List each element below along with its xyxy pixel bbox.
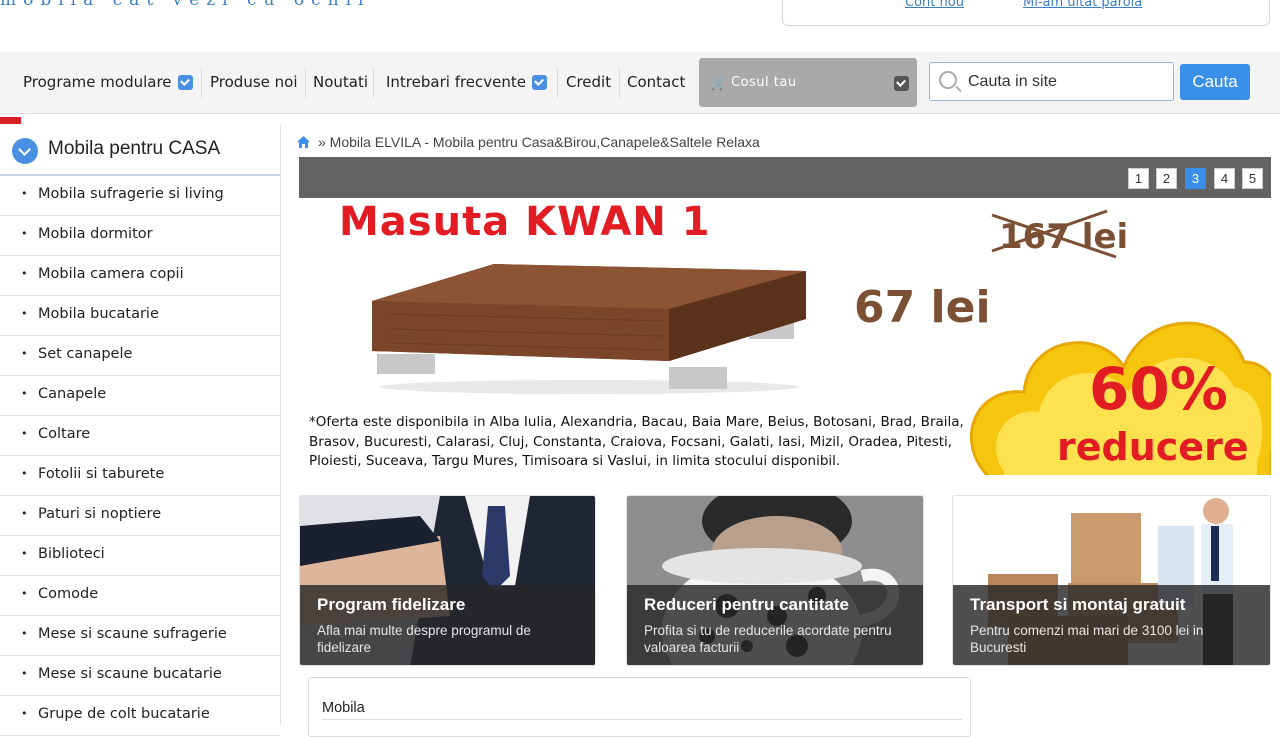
breadcrumb: » Mobila ELVILA - Mobila pentru Casa&Bir… [296, 133, 760, 151]
nav-label: Intrebari frecvente [386, 73, 527, 91]
sidebar-item[interactable]: Comode [0, 576, 280, 616]
discount-word: reducere [1057, 425, 1249, 469]
search-input[interactable] [968, 71, 1163, 93]
nav-divider [373, 68, 374, 98]
nav-divider [557, 68, 558, 98]
sidebar-title: Mobila pentru CASA [48, 138, 221, 159]
banner-page-button-active[interactable]: 3 [1185, 168, 1206, 189]
nav-programe-modulare[interactable]: Programe modulare [23, 73, 193, 91]
sidebar-item[interactable]: Biblioteci [0, 536, 280, 576]
nav-produse-noi[interactable]: Produse noi [210, 73, 298, 91]
tile-reduceri-cantitate[interactable]: Reduceri pentru cantitate Profita si tu … [626, 495, 924, 666]
banner-availability-note: *Oferta este disponibila in Alba Iulia, … [309, 414, 964, 469]
sidebar-item[interactable]: Mobila bucatarie [0, 296, 280, 336]
tile-program-fidelizare[interactable]: Program fidelizare Afla mai multe despre… [299, 495, 596, 666]
nav-label: Programe modulare [23, 73, 172, 91]
tile-title: Transport si montaj gratuit [970, 595, 1186, 614]
sidebar-item[interactable]: Mese si scaune bucatarie [0, 656, 280, 696]
search-box [929, 62, 1174, 101]
chevron-down-icon [532, 74, 548, 90]
nav-intrebari-frecvente[interactable]: Intrebari frecvente [386, 73, 548, 91]
banner-product-title: Masuta KWAN 1 [339, 199, 711, 245]
sidebar-item[interactable]: Mobila dormitor [0, 216, 280, 256]
nav-label: Noutati [313, 73, 369, 91]
sidebar-list: Mobila sufragerie si living Mobila dormi… [0, 176, 280, 736]
sidebar-item[interactable]: Canapele [0, 376, 280, 416]
tile-transport-montaj[interactable]: Transport si montaj gratuit Pentru comen… [952, 495, 1271, 666]
cart-dropdown[interactable]: 🛒 Cosul tau [699, 58, 917, 107]
tile-title: Program fidelizare [317, 595, 466, 614]
price-strike-lines [991, 209, 1117, 259]
tile-title: Reduceri pentru cantitate [644, 595, 849, 614]
banner-new-price: 67 lei [854, 282, 991, 333]
sidebar-item[interactable]: Mobila sufragerie si living [0, 176, 280, 216]
accent-marker [0, 117, 21, 124]
banner-page-button[interactable]: 2 [1156, 168, 1177, 189]
discount-percent: 60% [1089, 355, 1228, 423]
tile-description: Afla mai multe despre programul de fidel… [317, 623, 531, 655]
cart-label: Cosul tau [731, 75, 797, 90]
banner-page-button[interactable]: 5 [1242, 168, 1263, 189]
sidebar-item[interactable]: Paturi si noptiere [0, 496, 280, 536]
section-title: Mobila [322, 700, 365, 716]
banner-page-button[interactable]: 1 [1128, 168, 1149, 189]
shopping-cart-icon: 🛒 [710, 75, 728, 91]
promo-banner[interactable]: 1 2 3 4 5 Masuta KWAN 1 167 lei 67 lei 6… [299, 157, 1271, 475]
sidebar-item[interactable]: Fotolii si taburete [0, 456, 280, 496]
site-tagline: mobila cat vezi cu ochii [0, 0, 371, 10]
nav-divider [619, 68, 620, 98]
account-box: Cont nou Mi-am uitat parola [782, 0, 1270, 26]
nav-noutati[interactable]: Noutati [313, 73, 368, 91]
nav-label: Credit [566, 73, 612, 91]
chevron-down-icon [12, 138, 38, 164]
category-sidebar: Mobila pentru CASA Mobila sufragerie si … [0, 125, 281, 736]
chevron-down-icon [177, 74, 193, 90]
breadcrumb-text: » Mobila ELVILA - Mobila pentru Casa&Bir… [318, 134, 760, 150]
tile-description: Pentru comenzi mai mari de 3100 lei in B… [970, 623, 1204, 655]
nav-credit[interactable]: Credit [566, 73, 611, 91]
tile-description: Profita si tu de reducerile acordate pen… [644, 623, 892, 655]
new-account-link[interactable]: Cont nou [905, 0, 964, 10]
sidebar-item[interactable]: Coltare [0, 416, 280, 456]
sidebar-header[interactable]: Mobila pentru CASA [0, 125, 280, 176]
banner-pager-bar: 1 2 3 4 5 [299, 157, 1271, 198]
sidebar-item[interactable]: Mese si scaune sufragerie [0, 616, 280, 656]
forgot-password-link[interactable]: Mi-am uitat parola [1023, 0, 1142, 10]
nav-divider [201, 68, 202, 98]
search-button[interactable]: Cauta [1180, 64, 1250, 100]
chevron-down-icon [894, 76, 909, 91]
sidebar-item[interactable]: Mobila camera copii [0, 256, 280, 296]
mobila-section: Mobila [308, 677, 971, 737]
table-product-image [372, 264, 806, 394]
home-icon[interactable] [296, 135, 311, 149]
nav-divider [305, 68, 306, 98]
nav-label: Contact [627, 73, 686, 91]
search-icon [939, 71, 957, 89]
sidebar-item[interactable]: Set canapele [0, 336, 280, 376]
nav-contact[interactable]: Contact [627, 73, 685, 91]
banner-page-button[interactable]: 4 [1214, 168, 1235, 189]
sidebar-item[interactable]: Grupe de colt bucatarie [0, 696, 280, 736]
nav-label: Produse noi [210, 73, 298, 91]
